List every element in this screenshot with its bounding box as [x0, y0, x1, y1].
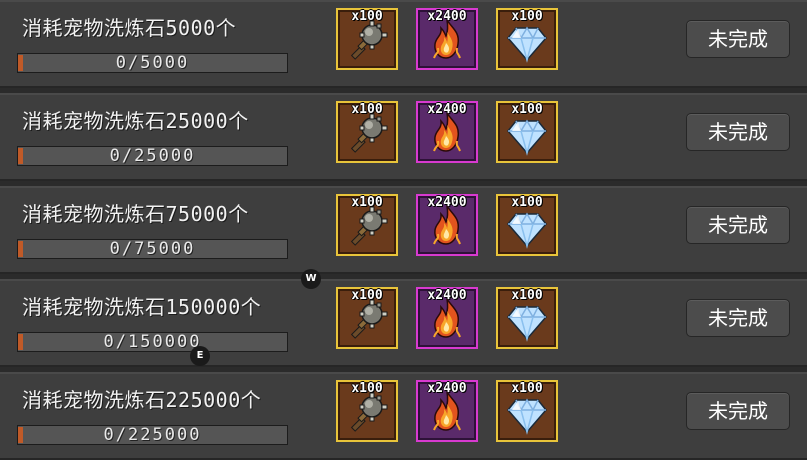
- gem-icon: [504, 18, 550, 64]
- hotkey-e-badge[interactable]: E: [190, 346, 210, 366]
- gem-icon: [504, 390, 550, 436]
- flame-icon: [424, 111, 470, 157]
- hotkey-w-badge[interactable]: W: [301, 269, 321, 289]
- reward-quantity: x100: [511, 102, 543, 117]
- reward-slot[interactable]: x100: [336, 380, 398, 442]
- reward-slot[interactable]: x100: [496, 287, 558, 349]
- mace-icon: [344, 390, 390, 436]
- quest-row: 消耗宠物洗炼石150000个 0/150000 x100 x2400 x100 未完成: [0, 279, 807, 367]
- reward-slot[interactable]: x2400: [416, 380, 478, 442]
- progress-text: 0/225000: [103, 425, 202, 445]
- reward-slot[interactable]: x2400: [416, 287, 478, 349]
- flame-icon: [424, 390, 470, 436]
- quest-row: 消耗宠物洗炼石5000个 0/5000 x100 x2400 x100 未完成: [0, 0, 807, 88]
- reward-slot[interactable]: x2400: [416, 194, 478, 256]
- quest-row: 消耗宠物洗炼石25000个 0/25000 x100 x2400 x100 未完成: [0, 93, 807, 181]
- quest-status-button[interactable]: 未完成: [686, 299, 790, 337]
- reward-slot[interactable]: x100: [496, 101, 558, 163]
- reward-quantity: x2400: [427, 9, 467, 24]
- flame-icon: [424, 204, 470, 250]
- quest-status-button[interactable]: 未完成: [686, 206, 790, 244]
- quest-row: 消耗宠物洗炼石75000个 0/75000 x100 x2400 x100 未完成: [0, 186, 807, 274]
- reward-slot[interactable]: x100: [336, 101, 398, 163]
- reward-slot[interactable]: x100: [336, 287, 398, 349]
- reward-slot[interactable]: x2400: [416, 8, 478, 70]
- gem-icon: [504, 111, 550, 157]
- reward-quantity: x100: [351, 288, 383, 303]
- quest-progress-bar: 0/25000: [17, 146, 288, 166]
- reward-quantity: x2400: [427, 381, 467, 396]
- reward-slot[interactable]: x100: [496, 380, 558, 442]
- quest-progress-bar: 0/225000: [17, 425, 288, 445]
- progress-text: 0/75000: [109, 239, 196, 259]
- quest-status-button[interactable]: 未完成: [686, 20, 790, 58]
- reward-quantity: x100: [351, 102, 383, 117]
- mace-icon: [344, 111, 390, 157]
- reward-quantity: x2400: [427, 288, 467, 303]
- quest-title: 消耗宠物洗炼石225000个: [22, 388, 262, 412]
- gem-icon: [504, 297, 550, 343]
- reward-quantity: x100: [511, 288, 543, 303]
- reward-slot[interactable]: x100: [496, 194, 558, 256]
- progress-text: 0/5000: [115, 53, 190, 73]
- reward-quantity: x100: [351, 9, 383, 24]
- reward-quantity: x100: [511, 381, 543, 396]
- reward-quantity: x2400: [427, 195, 467, 210]
- reward-quantity: x100: [351, 195, 383, 210]
- quest-title: 消耗宠物洗炼石150000个: [22, 295, 262, 319]
- reward-quantity: x2400: [427, 102, 467, 117]
- quest-status-button[interactable]: 未完成: [686, 392, 790, 430]
- quest-row: 消耗宠物洗炼石225000个 0/225000 x100 x2400 x100 未完成: [0, 372, 807, 460]
- reward-quantity: x100: [511, 9, 543, 24]
- progress-text: 0/25000: [109, 146, 196, 166]
- mace-icon: [344, 204, 390, 250]
- quest-progress-bar: 0/75000: [17, 239, 288, 259]
- gem-icon: [504, 204, 550, 250]
- flame-icon: [424, 297, 470, 343]
- reward-slot[interactable]: x2400: [416, 101, 478, 163]
- reward-slot[interactable]: x100: [336, 8, 398, 70]
- quest-title: 消耗宠物洗炼石5000个: [22, 16, 237, 40]
- progress-text: 0/150000: [103, 332, 202, 352]
- reward-quantity: x100: [351, 381, 383, 396]
- quest-progress-bar: 0/150000: [17, 332, 288, 352]
- reward-slot[interactable]: x100: [496, 8, 558, 70]
- flame-icon: [424, 18, 470, 64]
- reward-quantity: x100: [511, 195, 543, 210]
- quest-progress-bar: 0/5000: [17, 53, 288, 73]
- mace-icon: [344, 18, 390, 64]
- quest-title: 消耗宠物洗炼石75000个: [22, 202, 249, 226]
- mace-icon: [344, 297, 390, 343]
- reward-slot[interactable]: x100: [336, 194, 398, 256]
- quest-title: 消耗宠物洗炼石25000个: [22, 109, 249, 133]
- quest-status-button[interactable]: 未完成: [686, 113, 790, 151]
